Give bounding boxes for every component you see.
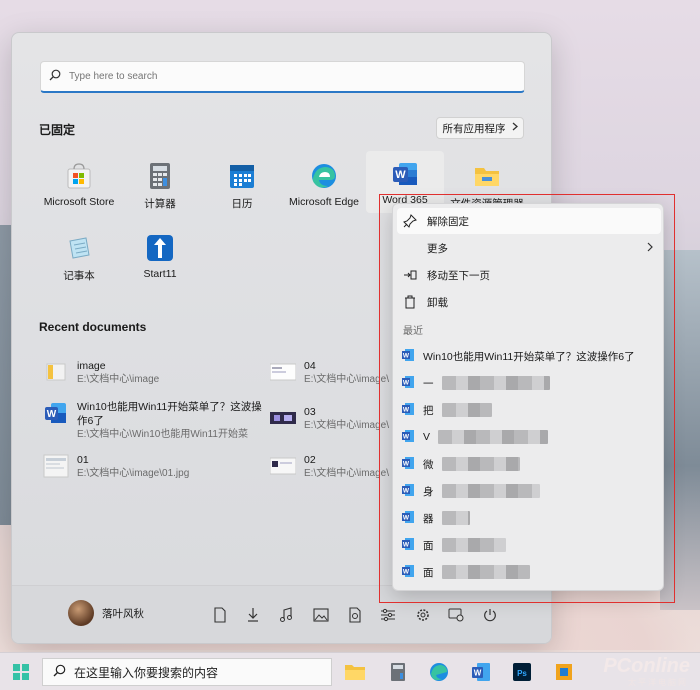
app-label: 记事本 [63, 270, 95, 282]
image-thumbnail-icon [270, 453, 296, 479]
start-button[interactable] [10, 661, 32, 683]
app-tile-microsoft-store[interactable]: Microsoft Store [40, 153, 118, 215]
folder-image-icon [43, 359, 69, 385]
calculator-icon [145, 161, 175, 191]
doc-name: 03 [304, 406, 316, 418]
svg-text:W: W [474, 669, 482, 678]
taskbar-file-explorer[interactable] [344, 661, 366, 683]
doc-name: 04 [304, 360, 316, 372]
app-label: Start11 [143, 268, 177, 280]
doc-name: Win10也能用Win11开始菜单了？这波操作6了 [77, 401, 262, 427]
display-icon[interactable] [447, 606, 465, 624]
recent-documents-title: Recent documents [39, 320, 147, 334]
image-thumbnail-icon [43, 453, 69, 479]
word-doc-icon: W [43, 400, 69, 426]
taskbar-photoshop[interactable]: Ps [511, 661, 533, 683]
doc-name: 02 [304, 454, 316, 466]
watermark-logo: PConline [603, 655, 690, 677]
doc-path: E:\文档中心\image [77, 374, 160, 385]
doc-path: E:\文档中心\image\ [304, 468, 390, 479]
app-tile-start11[interactable]: Start11 [121, 225, 199, 287]
svg-text:W: W [47, 409, 57, 420]
pictures-icon[interactable] [312, 606, 330, 624]
app-label: Microsoft Store [43, 196, 115, 208]
search-box[interactable] [40, 61, 525, 93]
search-icon [41, 69, 69, 84]
search-icon [53, 664, 66, 680]
taskbar-edge[interactable] [428, 661, 450, 683]
doc-name: image [77, 360, 106, 372]
recent-doc-item[interactable]: 01 E:\文档中心\image\01.jpg [43, 453, 263, 481]
taskbar: 在这里输入你要搜索的内容 W Ps PConline 太平洋电脑网 [0, 652, 700, 690]
chevron-right-icon [512, 122, 518, 134]
app-label: Microsoft Edge [288, 196, 360, 208]
user-name: 落叶风秋 [102, 607, 144, 620]
edge-icon [309, 161, 339, 191]
taskbar-word[interactable]: W [470, 661, 492, 683]
folder-icon [472, 161, 502, 191]
doc-path: E:\文档中心\image\ [304, 374, 390, 385]
settings-sliders-icon[interactable] [379, 606, 397, 624]
svg-text:Ps: Ps [517, 669, 527, 678]
downloads-icon[interactable] [244, 606, 262, 624]
app-tile-calculator[interactable]: 计算器 [121, 153, 199, 215]
doc-name: 01 [77, 454, 89, 466]
documents-icon[interactable] [211, 606, 229, 624]
taskbar-app-icon[interactable] [553, 661, 575, 683]
notepad-icon [64, 233, 94, 263]
power-icon[interactable] [481, 606, 499, 624]
doc-path: E:\文档中心\image\01.jpg [77, 468, 190, 479]
highlight-frame [379, 194, 675, 603]
search-input[interactable] [69, 71, 509, 82]
app-label: 日历 [231, 198, 253, 210]
word-icon: W [390, 159, 420, 189]
watermark-sub: 太平洋电脑网 [628, 678, 688, 687]
svg-text:W: W [395, 169, 406, 181]
store-icon [64, 161, 94, 191]
taskbar-calculator[interactable] [387, 661, 409, 683]
start11-icon [145, 233, 175, 263]
app-tile-notepad[interactable]: 记事本 [40, 225, 118, 287]
image-thumbnail-icon [270, 405, 296, 431]
doc-path: E:\文档中心\Win10也能用Win11开始菜 [77, 429, 248, 440]
avatar [68, 600, 94, 626]
pinned-title: 已固定 [39, 123, 76, 137]
doc-path: E:\文档中心\image\ [304, 420, 390, 431]
recent-doc-item[interactable]: image E:\文档中心\image [43, 359, 263, 387]
all-apps-label: 所有应用程序 [442, 122, 506, 135]
taskbar-search-placeholder: 在这里输入你要搜索的内容 [74, 665, 219, 680]
gear-icon[interactable] [414, 606, 432, 624]
image-thumbnail-icon [270, 359, 296, 385]
app-tile-calendar[interactable]: 日历 [203, 153, 281, 215]
taskbar-search[interactable]: 在这里输入你要搜索的内容 [42, 658, 332, 686]
recent-doc-item[interactable]: W Win10也能用Win11开始菜单了？这波操作6了 E:\文档中心\Win1… [43, 400, 263, 442]
all-apps-button[interactable]: 所有应用程序 [436, 117, 524, 139]
user-account[interactable]: 落叶风秋 [68, 600, 144, 626]
music-icon[interactable] [277, 606, 295, 624]
app-label: 计算器 [144, 198, 176, 210]
calendar-icon [227, 161, 257, 191]
app-tile-edge[interactable]: Microsoft Edge [285, 153, 363, 215]
network-icon[interactable] [346, 606, 364, 624]
